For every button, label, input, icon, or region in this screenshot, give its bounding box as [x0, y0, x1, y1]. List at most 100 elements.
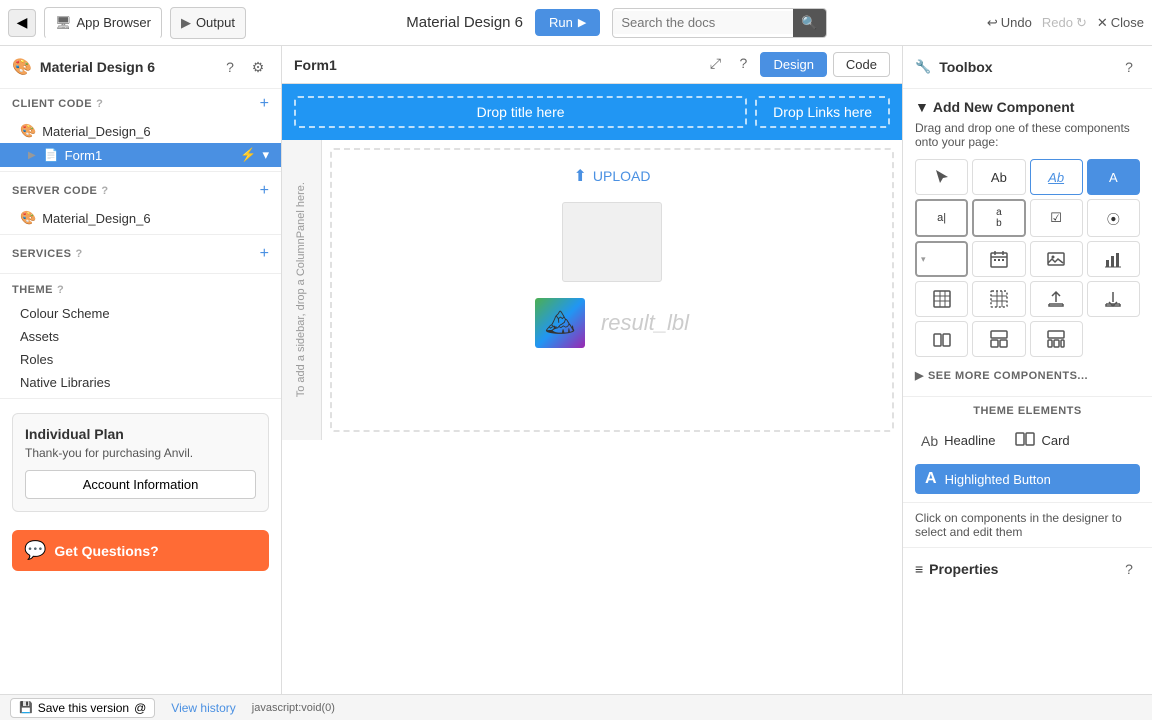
run-button[interactable]: Run ▶ — [535, 9, 600, 36]
roles-item[interactable]: Roles — [0, 348, 281, 371]
tab-app-browser[interactable]: 🖥 App Browser — [44, 7, 162, 39]
close-label: Close — [1111, 15, 1144, 30]
design-button[interactable]: Design — [760, 52, 826, 77]
main-content-area: ⬆ UPLOAD result_lbl — [330, 148, 894, 432]
datagrid2-component[interactable] — [972, 281, 1025, 317]
toolbox-header: 🔧 Toolbox ? — [903, 46, 1152, 89]
nav-back-button[interactable]: ◀ — [8, 9, 36, 37]
form-header: Form1 ⤢ ? Design Code — [282, 46, 902, 84]
toolbox-title: Toolbox — [939, 59, 1110, 75]
button-component[interactable]: A — [1087, 159, 1140, 195]
left-panel-actions: ? ⚙ — [219, 56, 269, 78]
roles-label: Roles — [20, 352, 269, 367]
headline-element[interactable]: Ab Headline — [915, 429, 1001, 453]
drop-title-box[interactable]: Drop title here — [294, 96, 747, 128]
text-component[interactable]: Ab — [972, 159, 1025, 195]
col-layout1-component[interactable] — [915, 321, 968, 357]
save-version-button[interactable]: 💾 Save this version @ — [10, 698, 155, 718]
services-label: SERVICES — [12, 248, 71, 260]
client-code-section-header: CLIENT CODE ? + — [0, 89, 281, 119]
server-code-add-button[interactable]: + — [260, 182, 269, 200]
assets-item[interactable]: Assets — [0, 325, 281, 348]
client-code-help-icon[interactable]: ? — [96, 98, 103, 110]
see-more-button[interactable]: ▶ SEE MORE COMPONENTS... — [915, 365, 1088, 386]
form1-item[interactable]: ▶ 📄 Form1 ⚡ ▾ — [0, 143, 281, 167]
form-help-button[interactable]: ? — [732, 52, 754, 74]
server-code-help-icon[interactable]: ? — [101, 185, 108, 197]
expand-icon[interactable]: ⤢ — [704, 52, 726, 74]
js-status: javascript:void(0) — [252, 702, 335, 714]
form-title: Form1 — [294, 57, 696, 73]
close-button[interactable]: ✕ Close — [1097, 15, 1144, 31]
col-layout2-component[interactable] — [972, 321, 1025, 357]
module-icon: 🎨 — [20, 123, 36, 139]
services-add-button[interactable]: + — [260, 245, 269, 263]
tab-output[interactable]: ▶ Output — [170, 7, 246, 39]
properties-section: ≡ Properties ? — [903, 547, 1152, 590]
topbar-center: Material Design 6 Run ▶ 🔍 — [254, 8, 979, 38]
topbar: ◀ 🖥 App Browser ▶ Output Material Design… — [0, 0, 1152, 46]
run-button-label: Run — [549, 15, 573, 30]
output-icon: ▶ — [181, 15, 191, 31]
empty-canvas — [282, 440, 902, 680]
colour-scheme-item[interactable]: Colour Scheme — [0, 302, 281, 325]
form-actions: ⤢ ? Design Code — [704, 52, 890, 77]
plot-component[interactable] — [1087, 241, 1140, 277]
app-title: Material Design 6 — [406, 14, 523, 31]
image-component[interactable] — [1030, 241, 1083, 277]
client-code-add-button[interactable]: + — [260, 95, 269, 113]
upload-button[interactable]: ⬆ UPLOAD — [574, 166, 651, 186]
code-button[interactable]: Code — [833, 52, 890, 77]
theme-help-icon[interactable]: ? — [57, 284, 64, 296]
highlighted-btn-label: Highlighted Button — [945, 472, 1051, 487]
properties-title: Properties — [929, 561, 998, 577]
textbox-component[interactable]: a| — [915, 199, 968, 237]
search-button[interactable]: 🔍 — [793, 8, 825, 38]
redo-button[interactable]: Redo ↻ — [1042, 15, 1087, 31]
toolbox-wrench-icon: 🔧 — [915, 59, 931, 75]
download-component[interactable] — [1087, 281, 1140, 317]
properties-help-button[interactable]: ? — [1118, 558, 1140, 580]
checkbox-component[interactable]: ☑ — [1030, 199, 1083, 237]
datagrid-component[interactable] — [915, 281, 968, 317]
material-design-6-item[interactable]: 🎨 Material_Design_6 — [0, 119, 281, 143]
account-information-button[interactable]: Account Information — [25, 470, 256, 499]
redo-icon: ↻ — [1076, 15, 1087, 31]
services-help-icon[interactable]: ? — [75, 248, 82, 260]
drop-links-box[interactable]: Drop Links here — [755, 96, 890, 128]
server-code-section-header: SERVER CODE ? + — [0, 176, 281, 206]
help-button[interactable]: ? — [219, 56, 241, 78]
undo-button[interactable]: ↩ Undo — [987, 15, 1032, 31]
tab-output-label: Output — [196, 15, 235, 30]
sidebar-drop-area[interactable]: To add a sidebar, drop a ColumnPanel her… — [282, 140, 322, 440]
upload-icon: ⬆ — [574, 166, 587, 186]
save-at-symbol: @ — [134, 701, 146, 715]
form-lightning-icon: ⚡ — [240, 147, 256, 163]
multiline-component[interactable]: ab — [972, 199, 1025, 237]
dropdown-component[interactable]: ▾ — [915, 241, 968, 277]
material-design-6-label: Material_Design_6 — [42, 124, 269, 139]
search-input[interactable] — [613, 11, 793, 34]
server-code-label: SERVER CODE — [12, 185, 97, 197]
theme-elements-section: THEME ELEMENTS Ab Headline Card — [903, 396, 1152, 502]
view-history-button[interactable]: View history — [171, 701, 235, 715]
card-element[interactable]: Card — [1009, 425, 1075, 456]
server-material-item[interactable]: 🎨 Material_Design_6 — [0, 206, 281, 230]
toolbox-help-button[interactable]: ? — [1118, 56, 1140, 78]
native-libraries-item[interactable]: Native Libraries — [0, 371, 281, 394]
get-questions-box[interactable]: 💬 Get Questions? — [12, 530, 269, 571]
col-layout3-component[interactable] — [1030, 321, 1083, 357]
highlighted-button-element[interactable]: A Highlighted Button — [915, 464, 1140, 494]
radio-component[interactable]: ⦿ — [1087, 199, 1140, 237]
redo-label: Redo — [1042, 15, 1073, 30]
link-component[interactable]: Ab — [1030, 159, 1083, 195]
cursor-component[interactable] — [915, 159, 968, 195]
settings-button[interactable]: ⚙ — [247, 56, 269, 78]
topbar-right: ↩ Undo Redo ↻ ✕ Close — [987, 15, 1144, 31]
datepicker-component[interactable] — [972, 241, 1025, 277]
canvas-content: To add a sidebar, drop a ColumnPanel her… — [282, 140, 902, 440]
upload-component[interactable] — [1030, 281, 1083, 317]
indent-arrow: ▶ — [28, 150, 36, 161]
app-browser-icon: 🖥 — [55, 15, 72, 31]
canvas-container: Drop title here Drop Links here To add a… — [282, 84, 902, 694]
